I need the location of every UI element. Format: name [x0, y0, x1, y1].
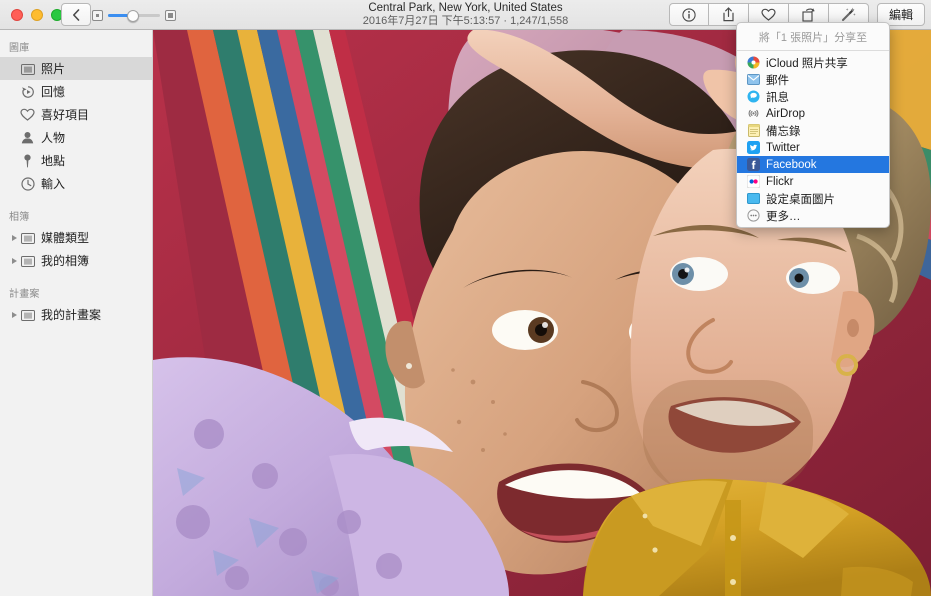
- people-icon: [19, 131, 36, 144]
- sidebar-item-label: 我的相簿: [41, 254, 90, 268]
- share-item-label: 郵件: [766, 74, 789, 87]
- back-button[interactable]: [61, 3, 91, 26]
- notes-icon: [747, 124, 760, 137]
- chevron-right-icon[interactable]: [9, 257, 19, 264]
- sidebar-item-imports[interactable]: 輸入: [0, 172, 152, 195]
- chevron-right-icon[interactable]: [9, 311, 19, 318]
- sidebar-item-places[interactable]: 地點: [0, 149, 152, 172]
- sidebar-section-header-albums: 相簿: [9, 212, 30, 223]
- album-icon: [19, 232, 36, 244]
- sidebar-item-my-albums[interactable]: 我的相簿: [0, 249, 152, 272]
- share-item-flickr[interactable]: Flickr: [737, 173, 889, 190]
- magic-wand-icon: [842, 7, 857, 22]
- chevron-right-icon[interactable]: [9, 234, 19, 241]
- places-pin-icon: [19, 154, 36, 168]
- sidebar-item-label: 媒體類型: [41, 231, 90, 245]
- zoom-slider[interactable]: [108, 9, 160, 22]
- sidebar-item-media-types[interactable]: 媒體類型: [0, 226, 152, 249]
- heart-icon: [761, 8, 776, 21]
- sidebar-item-my-projects[interactable]: 我的計畫案: [0, 303, 152, 326]
- sidebar-item-label: 地點: [41, 154, 66, 168]
- window-controls: [11, 9, 63, 21]
- share-popover-title: 將「1 張照片」分享至: [758, 32, 868, 44]
- memories-icon: [19, 85, 36, 99]
- sidebar-section-header-projects: 計畫案: [9, 289, 40, 300]
- twitter-icon: [747, 141, 760, 154]
- info-icon: [682, 7, 696, 22]
- thumbnail-size-slider-group[interactable]: [92, 9, 176, 22]
- share-item-label: AirDrop: [766, 107, 805, 120]
- large-thumbnail-icon[interactable]: [165, 10, 176, 21]
- share-item-twitter[interactable]: Twitter: [737, 139, 889, 156]
- sidebar-item-label: 喜好項目: [41, 108, 90, 122]
- rotate-icon: [802, 8, 815, 22]
- desktop-picture-icon: [747, 192, 760, 205]
- photos-icon: [19, 63, 36, 75]
- share-item-more[interactable]: 更多…: [737, 207, 889, 224]
- flickr-icon: [747, 175, 760, 188]
- share-item-messages[interactable]: 訊息: [737, 88, 889, 105]
- share-item-label: Flickr: [766, 175, 794, 188]
- album-icon: [19, 255, 36, 267]
- share-item-mail[interactable]: 郵件: [737, 71, 889, 88]
- sidebar-item-label: 回憶: [41, 85, 66, 99]
- imports-clock-icon: [19, 176, 36, 191]
- messages-icon: [747, 90, 760, 103]
- sidebar-item-label: 人物: [41, 131, 66, 145]
- sidebar-item-label: 我的計畫案: [41, 308, 102, 322]
- info-button[interactable]: [668, 3, 709, 26]
- close-button[interactable]: [11, 9, 23, 21]
- mail-icon: [747, 73, 760, 86]
- sidebar-item-memories[interactable]: 回憶: [0, 80, 152, 103]
- sidebar-item-favorites[interactable]: 喜好項目: [0, 103, 152, 126]
- sidebar-item-label: 照片: [41, 62, 66, 76]
- share-item-icloud-photo-sharing[interactable]: iCloud 照片共享: [737, 54, 889, 71]
- divider: [737, 50, 889, 51]
- album-icon: [19, 309, 36, 321]
- share-item-facebook[interactable]: Facebook: [737, 156, 889, 173]
- share-item-label: iCloud 照片共享: [766, 57, 848, 70]
- airdrop-icon: [747, 107, 760, 120]
- sidebar-item-photos[interactable]: 照片: [0, 57, 152, 80]
- chevron-left-icon: [73, 8, 80, 21]
- sidebar-item-people[interactable]: 人物: [0, 126, 152, 149]
- sidebar-item-label: 輸入: [41, 177, 66, 191]
- share-item-label: 備忘錄: [766, 125, 801, 138]
- share-item-notes[interactable]: 備忘錄: [737, 122, 889, 139]
- share-icon: [723, 7, 734, 22]
- share-item-label: Twitter: [766, 141, 800, 154]
- share-item-airdrop[interactable]: AirDrop: [737, 105, 889, 122]
- icloud-sharing-icon: [747, 56, 760, 69]
- heart-icon: [19, 108, 36, 121]
- facebook-icon: [747, 158, 760, 171]
- minimize-button[interactable]: [31, 9, 43, 21]
- more-icon: [747, 209, 760, 222]
- sidebar-section-header-library: 圖庫: [9, 43, 30, 54]
- photos-window: 圖庫 照片 回憶 喜好項目 人物 地點 輸入 相簿 媒體類型 我的相簿 計畫案 …: [0, 0, 931, 596]
- share-item-label: 設定桌面圖片: [766, 193, 835, 206]
- share-item-label: 訊息: [766, 91, 789, 104]
- share-item-label: 更多…: [766, 210, 801, 223]
- sidebar: 圖庫 照片 回憶 喜好項目 人物 地點 輸入 相簿 媒體類型 我的相簿 計畫案 …: [0, 30, 153, 596]
- small-thumbnail-icon[interactable]: [92, 10, 103, 21]
- edit-button-label: 編輯: [888, 8, 913, 22]
- share-item-set-desktop-picture[interactable]: 設定桌面圖片: [737, 190, 889, 207]
- share-popover: 將「1 張照片」分享至 iCloud 照片共享 郵件 訊息 AirDrop 備忘…: [736, 22, 890, 228]
- slider-thumb[interactable]: [126, 9, 139, 22]
- share-item-label: Facebook: [766, 158, 817, 171]
